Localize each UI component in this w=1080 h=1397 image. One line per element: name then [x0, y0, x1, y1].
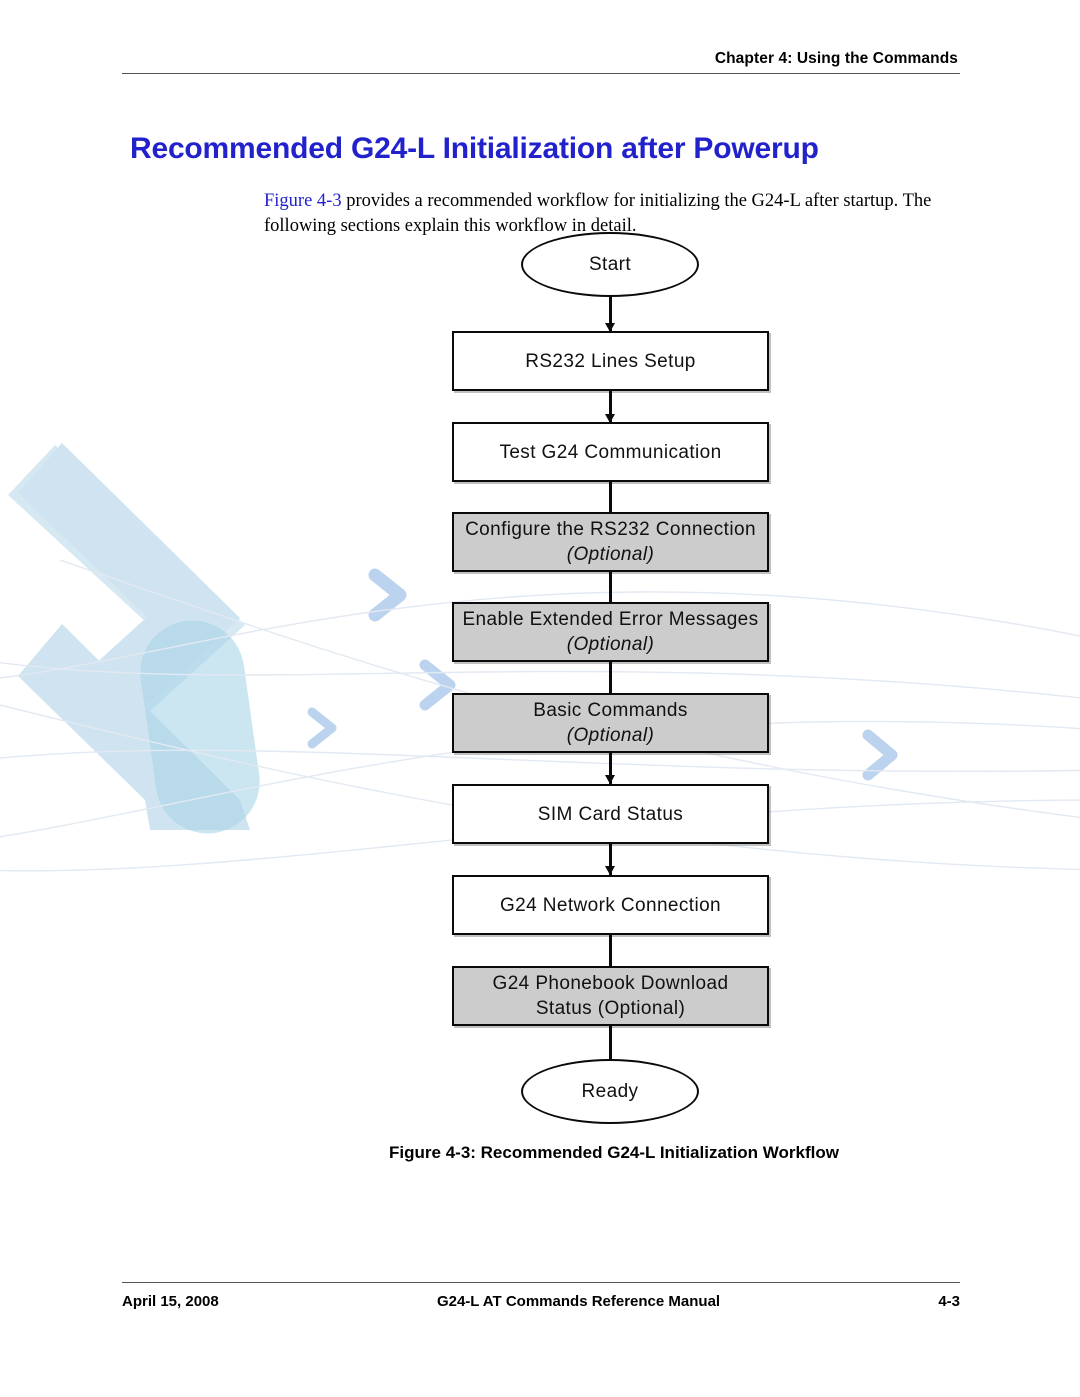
flow-node-ready[interactable]: Ready: [521, 1059, 699, 1124]
connector-enable-errors-to-basic-commands: [609, 662, 612, 693]
flow-node-basic-commands-label: Basic Commands: [533, 700, 688, 721]
flow-node-basic-commands[interactable]: Basic Commands (Optional): [452, 693, 769, 753]
flow-node-rs232-lines-setup-label: RS232 Lines Setup: [525, 350, 696, 372]
connector-phonebook-to-ready: [609, 1026, 612, 1061]
flow-node-g24-phonebook-download-status-label: G24 Phonebook Download: [492, 973, 729, 994]
flow-node-g24-phonebook-download-status[interactable]: G24 Phonebook Download Status (Optional): [452, 966, 769, 1026]
flow-node-basic-commands-optional: (Optional): [566, 725, 655, 746]
chapter-label: Chapter 4: Using the Commands: [714, 50, 958, 67]
flow-node-sim-card-status-label: SIM Card Status: [537, 803, 684, 825]
connector-configure-to-enable-errors: [609, 572, 612, 602]
flow-node-rs232-lines-setup[interactable]: RS232 Lines Setup: [452, 331, 769, 391]
header-divider: [122, 73, 960, 74]
page-title: Recommended G24-L Initialization after P…: [130, 132, 819, 166]
flow-node-enable-extended-error-messages[interactable]: Enable Extended Error Messages (Optional…: [452, 602, 769, 662]
connector-test-to-configure: [609, 482, 612, 512]
intro-paragraph: Figure 4-3 provides a recommended workfl…: [264, 189, 964, 239]
figure-caption: Figure 4-3: Recommended G24-L Initializa…: [389, 1143, 839, 1162]
flow-node-configure-rs232-connection-label: Configure the RS232 Connection: [465, 519, 756, 540]
footer-divider: [122, 1282, 960, 1283]
flow-node-g24-phonebook-download-status-optional: Status (Optional): [535, 998, 686, 1019]
flow-node-start-label: Start: [588, 253, 632, 275]
page-footer: April 15, 2008 G24-L AT Commands Referen…: [122, 1282, 960, 1310]
intro-paragraph-text: provides a recommended workflow for init…: [264, 190, 932, 236]
flow-node-configure-rs232-connection[interactable]: Configure the RS232 Connection (Optional…: [452, 512, 769, 572]
flow-node-test-g24-communication-label: Test G24 Communication: [499, 441, 722, 463]
figure-cross-reference-link[interactable]: Figure 4-3: [264, 191, 342, 211]
flow-node-enable-extended-error-messages-optional: (Optional): [566, 634, 655, 655]
connector-network-to-phonebook: [609, 935, 612, 966]
page-header: Chapter 4: Using the Commands: [122, 50, 960, 74]
flow-node-g24-network-connection[interactable]: G24 Network Connection: [452, 875, 769, 935]
flow-node-ready-label: Ready: [581, 1080, 639, 1102]
footer-date: April 15, 2008: [122, 1293, 219, 1310]
arrowhead-sim-to-network: [604, 866, 615, 875]
flow-node-enable-extended-error-messages-label: Enable Extended Error Messages: [462, 609, 759, 630]
arrowhead-basic-commands-to-sim: [604, 775, 615, 784]
flow-node-start[interactable]: Start: [521, 232, 699, 297]
footer-page-number: 4-3: [938, 1293, 960, 1310]
footer-manual-title: G24-L AT Commands Reference Manual: [436, 1293, 721, 1310]
flow-node-configure-rs232-connection-optional: (Optional): [566, 544, 655, 565]
footer-row: April 15, 2008 G24-L AT Commands Referen…: [122, 1293, 960, 1310]
flow-node-sim-card-status[interactable]: SIM Card Status: [452, 784, 769, 844]
flow-node-g24-network-connection-label: G24 Network Connection: [499, 894, 722, 916]
flow-node-test-g24-communication[interactable]: Test G24 Communication: [452, 422, 769, 482]
